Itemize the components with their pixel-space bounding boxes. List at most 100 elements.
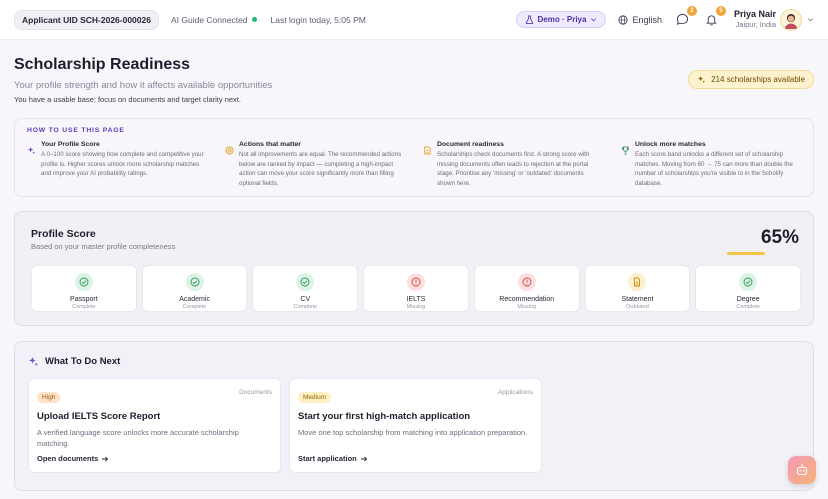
check-icon [74, 273, 93, 291]
doc-card-ielts[interactable]: IELTS Missing [363, 265, 469, 312]
sparkle-icon [698, 75, 706, 84]
scholarships-available-label: 214 scholarships available [711, 75, 805, 84]
sparkle-icon [27, 146, 36, 155]
doc-status: Missing [517, 304, 537, 310]
target-icon [225, 146, 234, 155]
doc-status: Missing [406, 304, 426, 310]
doc-status: Complete [293, 304, 318, 310]
top-bar: Applicant UID SCH-2026-000026 AI Guide C… [0, 0, 828, 40]
trophy-icon [621, 146, 630, 155]
notifications-badge: 5 [715, 5, 726, 16]
messages-badge: 2 [686, 5, 697, 16]
howto-item-actions: Actions that matter Not all improvements… [225, 141, 405, 188]
sparkle-icon [29, 357, 38, 366]
task-category: Documents [239, 389, 272, 396]
document-icon [628, 273, 647, 291]
doc-status: Complete [182, 304, 207, 310]
start-application-link[interactable]: Start application [298, 454, 368, 463]
user-location: Jaipur, India [735, 20, 776, 30]
doc-name: Recommendation [499, 296, 555, 303]
task-description: Move one top scholarship from matching i… [298, 428, 528, 437]
howto-item-text: Not all improvements are equal. The reco… [239, 151, 402, 187]
doc-status: Outdated [626, 304, 649, 310]
howto-item-documents: Document readiness Scholarships check do… [423, 141, 603, 188]
doc-card-cv[interactable]: CV Complete [252, 265, 359, 312]
howto-item-matches: Unlock more matches Each score band unlo… [621, 141, 801, 188]
priority-badge: High [37, 392, 61, 403]
task-title: Start your first high-match application [298, 411, 471, 422]
doc-card-degree[interactable]: Degree Complete [695, 265, 802, 312]
arrow-right-icon [102, 456, 109, 461]
messages-button[interactable]: 2 [675, 5, 697, 28]
doc-card-passport[interactable]: Passport Complete [31, 265, 137, 312]
task-link-label: Start application [298, 454, 357, 463]
language-selector[interactable]: English [618, 15, 662, 25]
profile-score-title: Profile Score [31, 228, 96, 240]
how-to-use-title: HOW TO USE THIS PAGE [27, 127, 125, 134]
task-category: Applications [497, 389, 533, 396]
doc-name: Statement [621, 296, 654, 303]
check-icon [739, 273, 758, 291]
ai-assistant-button[interactable] [788, 456, 816, 484]
avatar[interactable] [780, 8, 802, 31]
check-icon [185, 273, 204, 291]
connected-dot-icon [251, 17, 257, 22]
task-description: A verified language score unlocks more a… [37, 428, 239, 449]
chevron-down-icon[interactable] [807, 16, 814, 23]
howto-item-text: A 0–100 score showing how complete and c… [41, 151, 204, 178]
task-link-label: Open documents [37, 454, 99, 463]
doc-name: Passport [70, 296, 98, 303]
language-label: English [632, 14, 662, 25]
howto-item-text: Each score band unlocks a different set … [635, 151, 793, 187]
last-login: Last login today, 5:05 PM [270, 14, 366, 25]
what-to-do-next-title: What To Do Next [45, 356, 121, 367]
howto-item-title: Unlock more matches [635, 141, 706, 148]
ai-guide-status: AI Guide Connected [171, 15, 257, 25]
howto-item-title: Your Profile Score [41, 141, 100, 148]
flask-icon [525, 15, 533, 24]
document-status-row: Passport Complete Academic Complete CV C… [31, 265, 802, 312]
doc-status: Complete [736, 304, 760, 310]
open-documents-link[interactable]: Open documents [37, 454, 109, 463]
doc-card-recommendation[interactable]: Recommendation Missing [473, 265, 580, 312]
profile-score-percent: 65% [760, 227, 799, 248]
what-to-do-next-card: What To Do Next High Documents Upload IE… [14, 341, 814, 491]
alert-icon [517, 273, 536, 291]
scholarships-available-badge[interactable]: 214 scholarships available [688, 70, 814, 89]
ai-guide-label: AI Guide Connected [170, 14, 248, 25]
chevron-down-icon [591, 18, 597, 22]
applicant-uid: Applicant UID SCH-2026-000026 [14, 9, 159, 30]
doc-card-academic[interactable]: Academic Complete [141, 265, 248, 312]
doc-name: Academic [179, 296, 210, 303]
doc-card-statement[interactable]: Statement Outdated [584, 265, 691, 312]
what-to-do-next-header: What To Do Next [28, 356, 800, 367]
doc-name: CV [300, 296, 311, 303]
doc-name: Degree [736, 296, 760, 303]
doc-status: Complete [72, 304, 96, 310]
how-to-use-panel: HOW TO USE THIS PAGE Your Profile Score … [14, 118, 814, 197]
user-avatar-icon [784, 13, 798, 29]
profile-score-card: Profile Score Based on your master profi… [14, 211, 814, 326]
notifications-button[interactable]: 5 [704, 5, 726, 28]
arrow-right-icon [360, 456, 367, 461]
chat-bubble-icon [677, 13, 689, 25]
globe-icon [618, 14, 629, 25]
task-title: Upload IELTS Score Report [37, 411, 161, 422]
page-note: You have a usable base; focus on documen… [14, 95, 241, 104]
document-icon [424, 146, 431, 155]
profile-score-bar [727, 252, 765, 255]
demo-label: Demo · Priya [537, 15, 587, 24]
howto-item-profile-score: Your Profile Score A 0–100 score showing… [27, 141, 207, 188]
robot-icon [796, 464, 808, 476]
check-icon [296, 273, 315, 291]
demo-switcher[interactable]: Demo · Priya [515, 11, 607, 28]
task-card-application[interactable]: Medium Applications Start your first hig… [289, 378, 542, 473]
priority-badge: Medium [298, 392, 332, 403]
bell-icon [706, 15, 718, 26]
user-info[interactable]: Priya Nair Jaipur, India [734, 9, 776, 30]
doc-name: IELTS [406, 296, 426, 303]
profile-score-subtitle: Based on your master profile completenes… [31, 242, 176, 251]
howto-item-text: Scholarships check documents first. A st… [437, 151, 590, 187]
alert-icon [407, 273, 426, 291]
task-card-ielts[interactable]: High Documents Upload IELTS Score Report… [28, 378, 281, 473]
